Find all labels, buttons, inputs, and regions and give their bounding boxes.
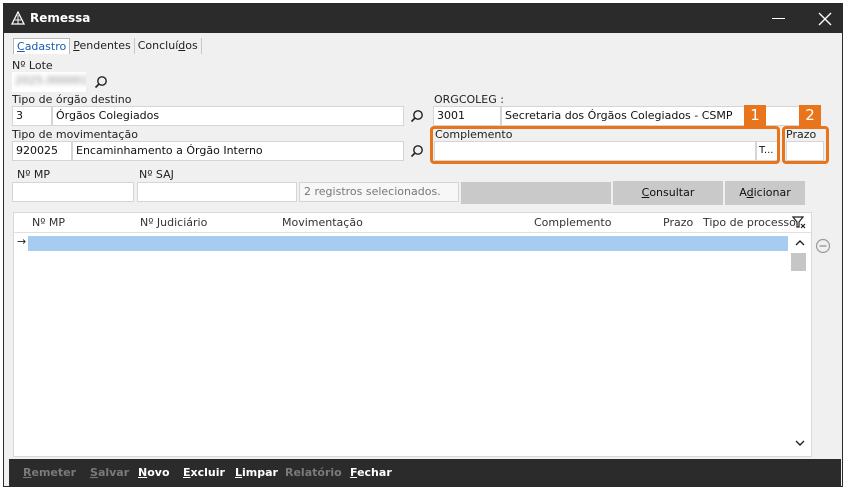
processes-grid[interactable]: Nº MP Nº Judiciário Movimentação Complem… bbox=[13, 212, 812, 457]
remessa-window: Remessa Cadastro Pendentes Concluídos Nº… bbox=[3, 3, 843, 487]
tipo-orgao-label: Tipo de órgão destino bbox=[12, 93, 132, 106]
close-icon bbox=[818, 12, 832, 26]
highlight-badge-1: 1 bbox=[744, 105, 766, 126]
lote-value: 2025.000001 bbox=[15, 74, 86, 87]
limpar-button[interactable]: Limpar bbox=[235, 466, 278, 479]
search-icon[interactable] bbox=[410, 144, 424, 158]
search-icon[interactable] bbox=[94, 75, 108, 89]
filter-icon[interactable] bbox=[792, 215, 806, 229]
minus-circle-icon[interactable] bbox=[815, 238, 831, 254]
minimize-button[interactable] bbox=[764, 4, 794, 33]
adicionar-button[interactable]: Adicionar bbox=[725, 181, 805, 205]
nsaj-label: Nº SAJ bbox=[139, 168, 174, 181]
tipo-orgao-name-field[interactable]: Órgãos Colegiados bbox=[52, 106, 404, 126]
nmp-label: Nº MP bbox=[17, 168, 51, 181]
title-bar: Remessa bbox=[4, 4, 842, 33]
consultar-processos-button[interactable]: Consultar Processos bbox=[613, 181, 723, 223]
column-header[interactable]: Movimentação bbox=[282, 216, 363, 229]
relatorio-button[interactable]: Relatório bbox=[285, 466, 342, 479]
orgcoleg-label: ORGCOLEG : bbox=[434, 93, 504, 106]
row-indicator-icon: → bbox=[17, 235, 27, 248]
close-button[interactable] bbox=[808, 4, 842, 33]
highlight-box-complemento bbox=[430, 126, 780, 164]
tipo-mov-label: Tipo de movimentação bbox=[12, 128, 138, 141]
tab-pendentes[interactable]: Pendentes bbox=[70, 38, 135, 54]
lote-label: Nº Lote bbox=[12, 59, 53, 72]
selection-status: 2 registros selecionados. bbox=[299, 182, 459, 202]
window-title: Remessa bbox=[30, 11, 91, 25]
lote-field[interactable]: 2025.000001 bbox=[12, 72, 86, 92]
column-header[interactable]: Tipo de processo bbox=[703, 216, 796, 229]
nmp-field[interactable] bbox=[12, 182, 134, 202]
tipo-mov-code-field[interactable]: 920025 bbox=[12, 141, 72, 161]
column-header[interactable]: Complemento bbox=[534, 216, 611, 229]
grid-header: Nº MP Nº Judiciário Movimentação Complem… bbox=[14, 213, 811, 233]
action-bar: Remeter Salvar Novo Excluir Limpar Relat… bbox=[9, 459, 841, 486]
highlight-box-prazo bbox=[782, 126, 829, 164]
progress-bar bbox=[461, 182, 611, 204]
chevron-up-icon[interactable] bbox=[793, 236, 807, 250]
salvar-button[interactable]: Salvar bbox=[90, 466, 129, 479]
tipo-mov-name-field[interactable]: Encaminhamento a Órgão Interno bbox=[72, 141, 404, 161]
chevron-down-icon[interactable] bbox=[793, 436, 807, 450]
scrollbar-thumb[interactable] bbox=[791, 253, 806, 271]
excluir-button[interactable]: Excluir bbox=[183, 466, 225, 479]
table-row[interactable] bbox=[28, 236, 788, 251]
tab-concluidos[interactable]: Concluídos bbox=[135, 38, 202, 54]
tab-cadastro[interactable]: Cadastro bbox=[13, 38, 71, 54]
highlight-badge-2: 2 bbox=[799, 105, 821, 126]
search-icon[interactable] bbox=[410, 109, 424, 123]
novo-button[interactable]: Novo bbox=[138, 466, 170, 479]
column-header[interactable]: Prazo bbox=[663, 216, 693, 229]
fechar-button[interactable]: Fechar bbox=[350, 466, 392, 479]
column-header[interactable]: Nº Judiciário bbox=[140, 216, 207, 229]
column-header[interactable]: Nº MP bbox=[32, 216, 65, 229]
orgcoleg-code-field[interactable]: 3001 bbox=[433, 106, 501, 126]
tab-bar: Cadastro Pendentes Concluídos bbox=[13, 38, 202, 54]
triangle-logo-icon bbox=[11, 11, 25, 25]
tipo-orgao-code-field[interactable]: 3 bbox=[12, 106, 52, 126]
nsaj-field[interactable] bbox=[137, 182, 297, 202]
remeter-button[interactable]: Remeter bbox=[23, 466, 76, 479]
